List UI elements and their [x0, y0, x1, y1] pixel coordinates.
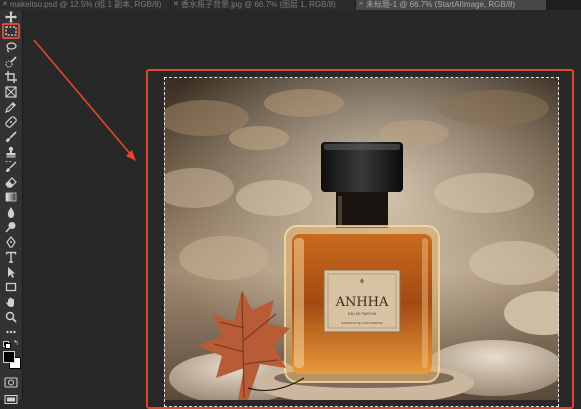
brush-tool[interactable]: [3, 130, 19, 144]
lasso-tool[interactable]: [3, 40, 19, 54]
path-selection-tool[interactable]: [3, 265, 19, 279]
more-tools-button[interactable]: [3, 325, 19, 339]
brush-icon: [6, 131, 17, 142]
close-tab-icon[interactable]: ✕: [2, 0, 8, 10]
crop-tool[interactable]: [3, 70, 19, 84]
quick-selection-tool[interactable]: [3, 55, 19, 69]
bottle-label-small: ESSENCE DE LUXE PARFUM: [341, 321, 383, 325]
eraser-icon: [5, 177, 17, 188]
crop-icon: [5, 71, 17, 83]
move-icon: [5, 11, 17, 23]
more-tools-icon: [6, 330, 16, 334]
bottle-label-title: ANHHA: [335, 295, 389, 310]
tools-panel: ↰: [0, 10, 23, 405]
rectangle-shape-icon: [5, 282, 17, 292]
perfume-photo: ANHHA EAU DE PARFUM ESSENCE DE LUXE PARF…: [164, 78, 559, 400]
tab-makeitso[interactable]: ✕ makeitso.psd @ 12.5% (组 1 副本, RGB/8): [0, 0, 170, 10]
hand-icon: [6, 297, 14, 307]
clone-stamp-icon: [6, 146, 16, 158]
document-canvas[interactable]: ANHHA EAU DE PARFUM ESSENCE DE LUXE PARF…: [164, 78, 559, 400]
bottle-label-subtitle: EAU DE PARFUM: [348, 312, 377, 316]
history-brush-icon: [5, 161, 17, 172]
swap-colors-icon[interactable]: ↰: [13, 340, 19, 347]
hand-tool[interactable]: [3, 295, 19, 309]
blur-tool[interactable]: [3, 205, 19, 219]
rectangle-shape-tool[interactable]: [3, 280, 19, 294]
default-colors-icon[interactable]: [3, 341, 11, 349]
eyedropper-icon: [5, 102, 16, 113]
dodge-tool[interactable]: [3, 220, 19, 234]
type-tool[interactable]: [3, 250, 19, 264]
frame-icon: [5, 86, 17, 98]
healing-brush-tool[interactable]: [3, 115, 19, 129]
zoom-tool[interactable]: [3, 310, 19, 324]
tab-label: 未标题-1 @ 66.7% (StartAIImage, RGB/8): [366, 0, 516, 9]
close-tab-icon[interactable]: ✕: [173, 0, 179, 10]
quick-mask-icon: [4, 377, 18, 388]
zoom-icon: [5, 311, 17, 323]
pen-icon: [6, 236, 16, 248]
type-icon: [5, 251, 17, 263]
close-tab-icon[interactable]: ✕: [358, 0, 364, 10]
healing-brush-icon: [5, 116, 17, 128]
gradient-tool[interactable]: [3, 190, 19, 204]
move-tool[interactable]: [3, 10, 19, 24]
frame-tool[interactable]: [3, 85, 19, 99]
quick-selection-icon: [5, 56, 17, 68]
tab-label: makeitso.psd @ 12.5% (组 1 副本, RGB/8): [10, 0, 162, 9]
rectangular-marquee-icon: [5, 26, 17, 36]
eyedropper-tool[interactable]: [3, 100, 19, 114]
tab-label: 香水瓶子背景.jpg @ 66.7% (图层 1, RGB/8): [181, 0, 336, 9]
screen-mode-button[interactable]: [4, 391, 18, 405]
rectangular-marquee-tool[interactable]: [2, 23, 20, 39]
blur-icon: [7, 207, 15, 218]
gradient-icon: [5, 192, 17, 202]
dodge-icon: [5, 222, 16, 233]
pen-tool[interactable]: [3, 235, 19, 249]
foreground-color-swatch[interactable]: [3, 351, 15, 363]
path-selection-icon: [8, 267, 15, 278]
tab-perfume-background[interactable]: ✕ 香水瓶子背景.jpg @ 66.7% (图层 1, RGB/8): [171, 0, 355, 10]
lasso-icon: [6, 42, 17, 53]
clone-stamp-tool[interactable]: [3, 145, 19, 159]
document-tab-bar: ✕ makeitso.psd @ 12.5% (组 1 副本, RGB/8) ✕…: [0, 0, 581, 10]
eraser-tool[interactable]: [3, 175, 19, 189]
quick-mask-button[interactable]: [4, 375, 18, 388]
history-brush-tool[interactable]: [3, 160, 19, 174]
tab-untitled-1[interactable]: ✕ 未标题-1 @ 66.7% (StartAIImage, RGB/8): [356, 0, 546, 10]
